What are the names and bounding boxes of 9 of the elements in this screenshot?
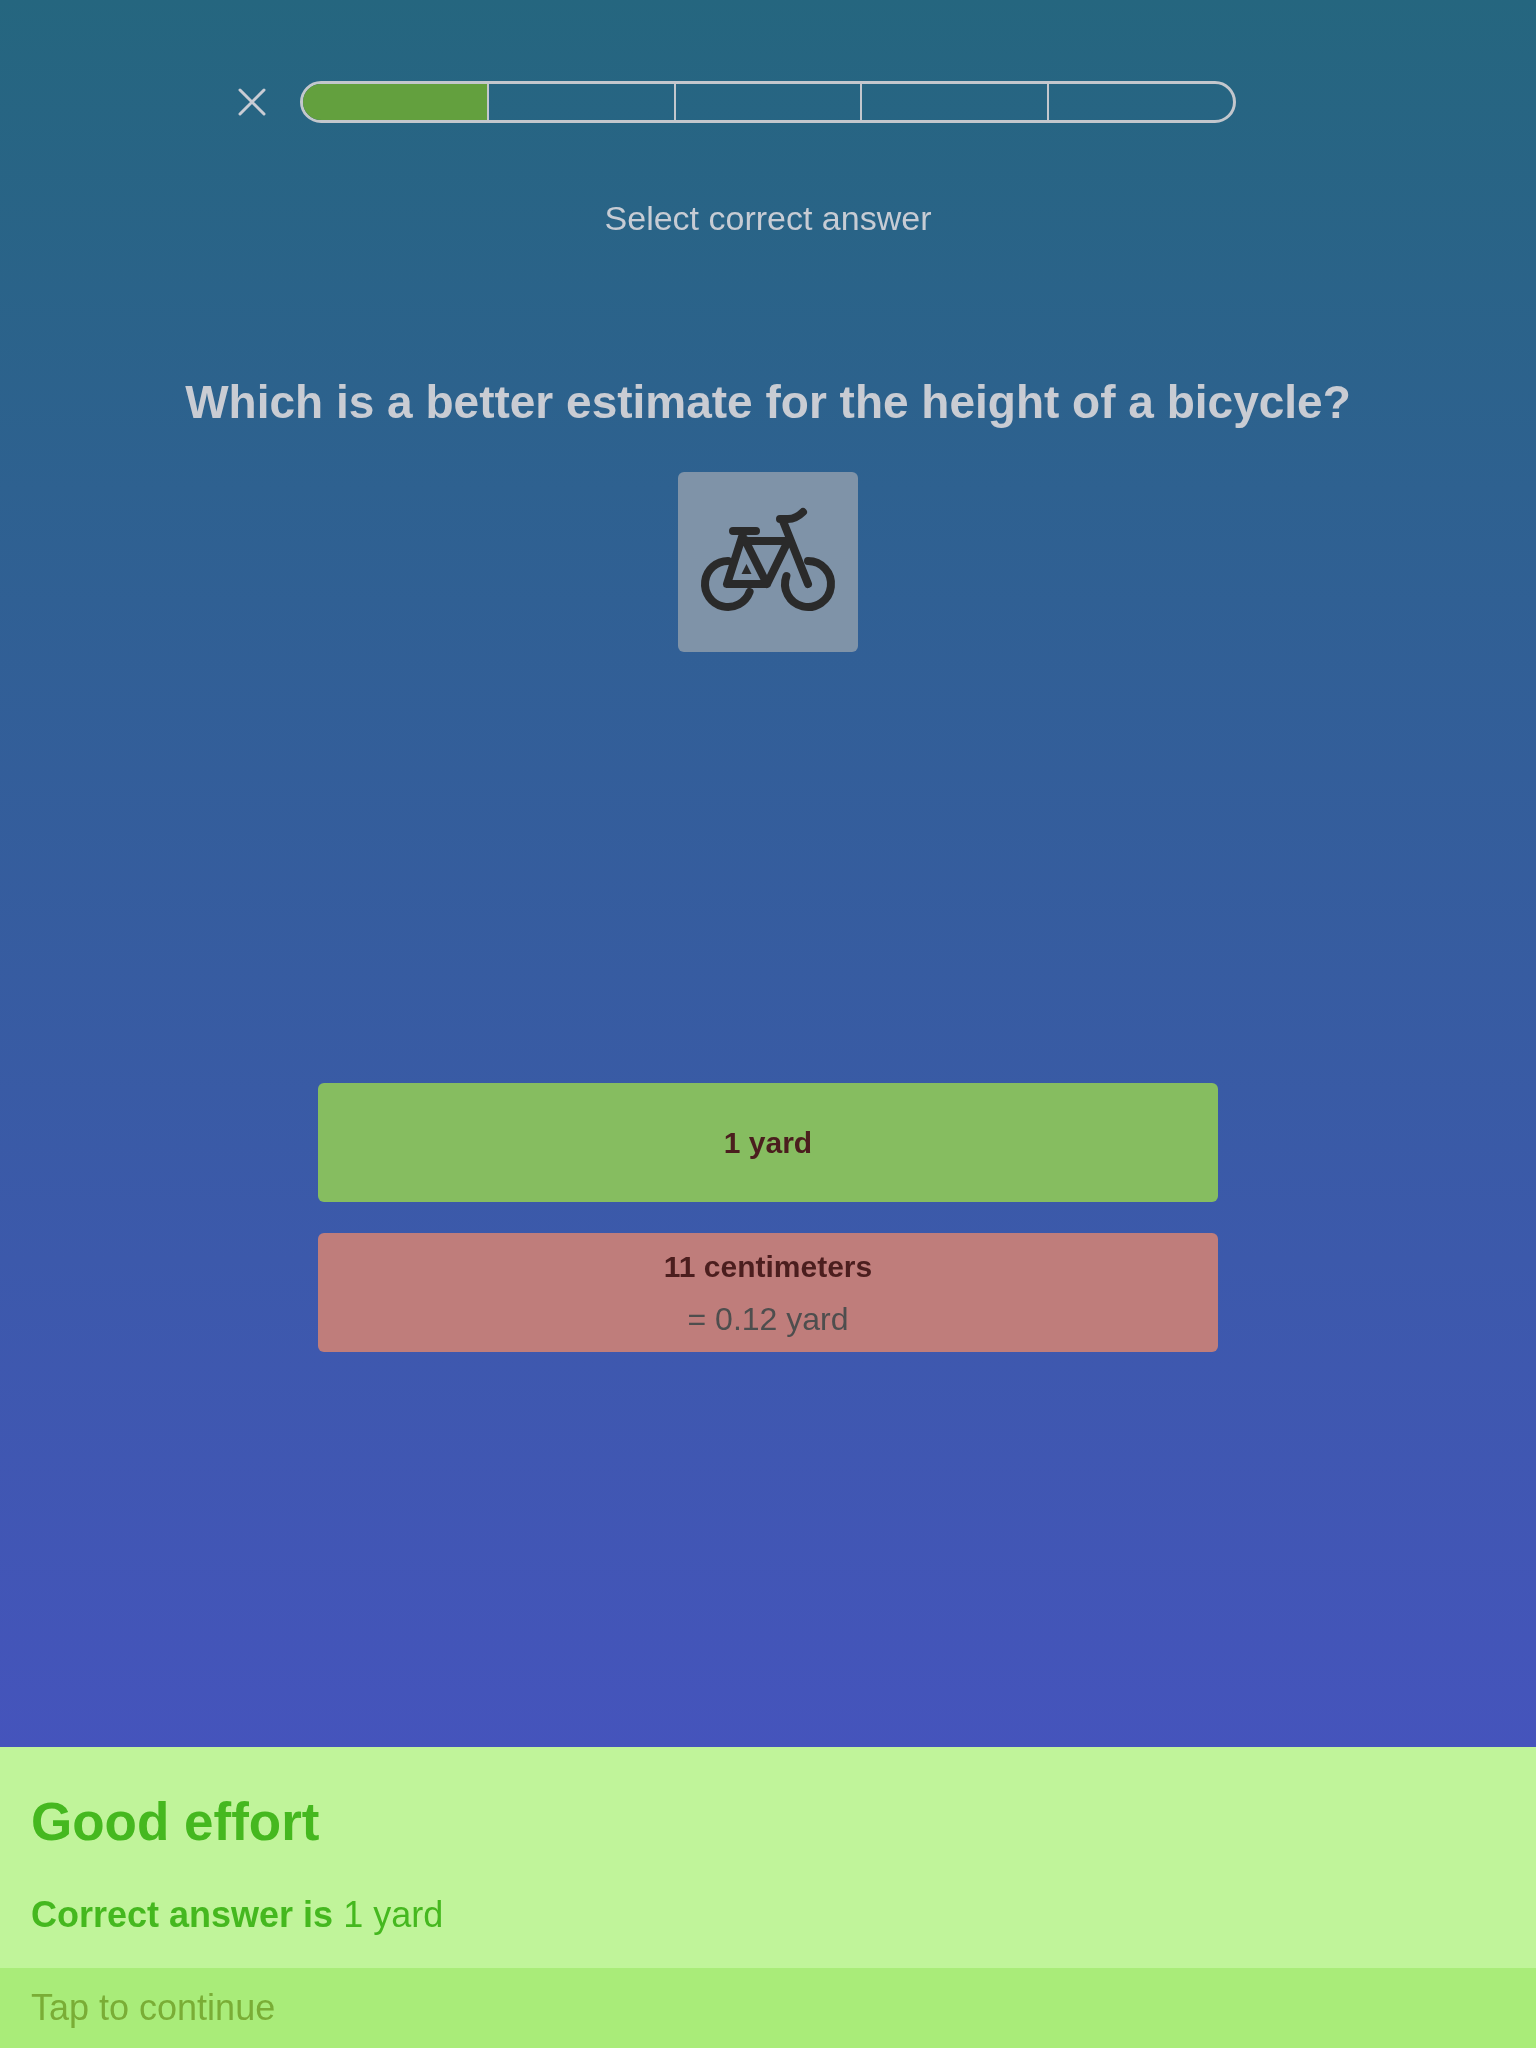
instruction-text: Select correct answer — [604, 198, 932, 238]
close-button[interactable] — [238, 88, 266, 116]
feedback-title: Good effort — [31, 1792, 320, 1852]
answer-option[interactable]: 11 centimeters = 0.12 yard — [318, 1233, 1218, 1352]
correct-answer-text: Correct answer is 1 yard — [31, 1893, 444, 1937]
answer-option[interactable]: 1 yard — [318, 1083, 1218, 1202]
close-icon — [238, 88, 266, 116]
question-text: Which is a better estimate for the height of a bicycle? — [185, 375, 1351, 430]
bicycle-icon — [678, 472, 858, 652]
